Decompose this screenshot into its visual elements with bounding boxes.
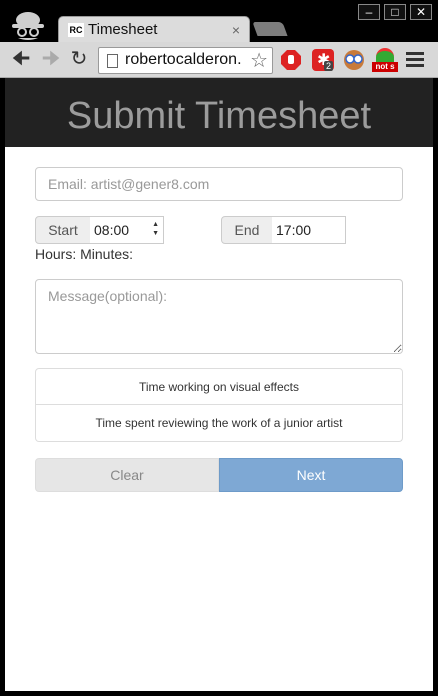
message-textarea[interactable] — [35, 279, 403, 354]
close-window-button[interactable]: ✕ — [410, 4, 432, 20]
maximize-button[interactable]: □ — [384, 4, 406, 20]
start-time-input[interactable]: 08:00 ▲ ▼ — [90, 216, 164, 244]
hours-minutes-label: Hours: Minutes: — [35, 246, 134, 262]
task-item-reviewing[interactable]: Time spent reviewing the work of a junio… — [35, 405, 403, 442]
time-spinner-icon[interactable]: ▲ ▼ — [152, 220, 159, 238]
eyes-icon[interactable] — [343, 49, 365, 71]
notes-badge: not s — [372, 62, 398, 72]
new-tab-button[interactable] — [252, 22, 288, 36]
menu-icon[interactable] — [406, 52, 424, 70]
adblock-icon[interactable] — [280, 49, 302, 71]
next-button[interactable]: Next — [219, 458, 403, 492]
extension-badge: 2 — [324, 61, 334, 71]
reload-icon[interactable]: ↻ — [68, 48, 90, 70]
clear-button[interactable]: Clear — [35, 458, 219, 492]
browser-toolbar: 🠈 🠊 ↻ robertocalderon. ☆ ✱ 2 not s — [0, 42, 438, 78]
task-item-visual-effects[interactable]: Time working on visual effects — [35, 368, 403, 405]
email-input[interactable] — [35, 167, 403, 201]
page-title: Submit Timesheet — [66, 95, 372, 137]
tab-strip: RC Timesheet × – □ ✕ — [0, 0, 438, 42]
incognito-icon — [12, 12, 44, 40]
forward-icon[interactable]: 🠊 — [40, 48, 62, 70]
end-label: End — [221, 216, 273, 244]
address-bar[interactable]: robertocalderon. ☆ — [98, 47, 273, 74]
minimize-button[interactable]: – — [358, 4, 380, 20]
notes-icon[interactable]: not s — [372, 48, 398, 72]
page-icon — [107, 54, 118, 68]
page-content: Submit Timesheet Start 08:00 ▲▼ End 17:0… — [5, 78, 433, 691]
page-header: Submit Timesheet — [5, 78, 433, 147]
tab-timesheet[interactable]: RC Timesheet × — [58, 16, 250, 42]
tab-close-icon[interactable]: × — [232, 22, 240, 38]
back-icon[interactable]: 🠈 — [10, 48, 32, 70]
url-text: robertocalderon. — [125, 51, 242, 68]
start-time-value: 08:00 — [94, 222, 130, 238]
end-time-input[interactable]: 17:00 — [272, 216, 346, 244]
task-list: Time working on visual effects Time spen… — [35, 368, 403, 442]
star-icon[interactable]: ☆ — [250, 48, 268, 73]
extension-icon[interactable]: ✱ 2 — [312, 49, 334, 71]
end-time-value: 17:00 — [276, 222, 312, 238]
start-label: Start — [35, 216, 91, 244]
favicon-rc-icon: RC — [68, 23, 84, 37]
tab-title: Timesheet — [88, 21, 158, 38]
